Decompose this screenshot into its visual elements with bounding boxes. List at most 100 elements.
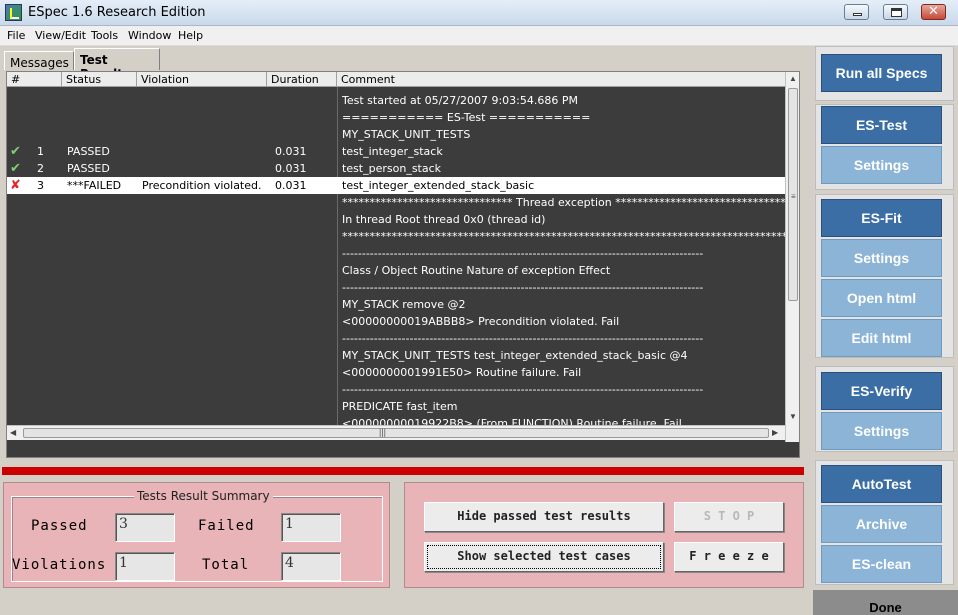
- close-button[interactable]: ✕: [921, 4, 946, 20]
- row-comment: test_person_stack: [342, 162, 442, 175]
- passed-label: Passed: [31, 518, 88, 534]
- minimize-icon: [853, 13, 862, 16]
- log-line-text: ----------------------------------------…: [342, 281, 704, 294]
- es-clean-button[interactable]: ES-clean: [821, 545, 942, 583]
- menu-file[interactable]: File: [7, 29, 25, 42]
- hide-passed-button[interactable]: Hide passed test results: [424, 502, 664, 532]
- row-status: ***FAILED: [67, 179, 122, 192]
- maximize-button[interactable]: [883, 4, 908, 20]
- scroll-down-icon[interactable]: ▼: [789, 412, 797, 421]
- horizontal-scroll-thumb[interactable]: |||: [23, 427, 769, 438]
- summary-group: Tests Result Summary Passed 3 Failed 1 V…: [11, 489, 383, 582]
- status-bar: Done: [813, 590, 958, 615]
- failed-value: 1: [281, 513, 341, 542]
- menu-help[interactable]: Help: [178, 29, 203, 42]
- tab-messages[interactable]: Messages: [4, 51, 74, 70]
- run-all-group: Run all Specs: [815, 46, 954, 101]
- header-duration[interactable]: Duration: [267, 72, 337, 87]
- vertical-scroll-thumb[interactable]: ≡: [788, 88, 798, 301]
- scroll-left-icon[interactable]: ◀: [10, 428, 16, 437]
- row-status: PASSED: [67, 145, 110, 158]
- row-comment: test_integer_extended_stack_basic: [342, 179, 535, 192]
- row-number: 1: [37, 145, 44, 158]
- log-line-text: MY_STACK remove @2: [342, 298, 466, 311]
- total-label: Total: [202, 557, 250, 573]
- log-line: ****************************************…: [7, 228, 799, 245]
- row-duration: 0.031: [275, 162, 307, 175]
- log-line: Class / Object Routine Nature of excepti…: [7, 262, 785, 279]
- es-test-settings-button[interactable]: Settings: [821, 146, 942, 184]
- es-fit-settings-button[interactable]: Settings: [821, 239, 942, 277]
- log-line: PREDICATE fast_item: [7, 398, 785, 415]
- title-bar: ESpec 1.6 Research Edition ✕: [0, 0, 958, 26]
- violations-value: 1: [115, 552, 175, 581]
- autotest-button[interactable]: AutoTest: [821, 465, 942, 503]
- table-row[interactable]: ✔ 1 PASSED 0.031 test_integer_stack: [7, 143, 785, 160]
- show-selected-button[interactable]: Show selected test cases: [424, 542, 664, 572]
- es-test-button[interactable]: ES-Test: [821, 106, 942, 144]
- log-line: In thread Root thread 0x0 (thread id): [7, 211, 785, 228]
- freeze-button[interactable]: F r e e z e: [674, 542, 784, 572]
- header-status[interactable]: Status: [62, 72, 137, 87]
- es-verify-button[interactable]: ES-Verify: [821, 372, 942, 410]
- es-verify-settings-button[interactable]: Settings: [821, 412, 942, 450]
- main-panel: Messages Test Results # Status Violation…: [0, 46, 813, 615]
- row-duration: 0.031: [275, 145, 307, 158]
- menu-tools[interactable]: Tools: [91, 29, 118, 42]
- log-line-text: ******************************* Thread e…: [342, 196, 786, 209]
- header-num[interactable]: #: [7, 72, 62, 87]
- grip-icon: |||: [379, 427, 387, 437]
- edit-html-button[interactable]: Edit html: [821, 319, 942, 357]
- close-icon: ✕: [928, 4, 939, 19]
- menu-view-edit[interactable]: View/Edit: [35, 29, 86, 42]
- header-violation[interactable]: Violation: [137, 72, 267, 87]
- check-icon: ✔: [10, 161, 21, 176]
- es-fit-button[interactable]: ES-Fit: [821, 199, 942, 237]
- menu-window[interactable]: Window: [128, 29, 171, 42]
- menu-bar: File View/Edit Tools Window Help: [0, 26, 958, 46]
- summary-legend: Tests Result Summary: [134, 489, 273, 503]
- es-fit-group: ES-Fit Settings Open html Edit html: [815, 194, 954, 358]
- passed-value: 3: [115, 513, 175, 542]
- log-line-text: ----------------------------------------…: [342, 247, 704, 260]
- minimize-button[interactable]: [844, 4, 869, 20]
- log-line: MY_STACK_UNIT_TESTS: [7, 126, 785, 143]
- table-row[interactable]: ✔ 2 PASSED 0.031 test_person_stack: [7, 160, 785, 177]
- stop-button[interactable]: S T O P: [674, 502, 784, 532]
- results-grid[interactable]: # Status Violation Duration Comment Test…: [6, 71, 800, 458]
- archive-button[interactable]: Archive: [821, 505, 942, 543]
- log-line: ----------------------------------------…: [7, 330, 785, 347]
- header-comment[interactable]: Comment: [337, 72, 785, 87]
- log-line-text: <00000000019ABBB8> Precondition violated…: [342, 315, 620, 328]
- log-line-text: Class / Object Routine Nature of excepti…: [342, 264, 611, 277]
- failed-label: Failed: [198, 518, 255, 534]
- log-line-text: ****************************************…: [342, 230, 800, 243]
- violations-label: Violations: [12, 557, 107, 573]
- log-line-text: MY_STACK_UNIT_TESTS: [342, 128, 471, 141]
- log-line: Test started at 05/27/2007 9:03:54.686 P…: [7, 92, 785, 109]
- table-row[interactable]: ✘ 3 ***FAILED Precondition violated. 0.031 te…: [7, 177, 785, 194]
- row-number: 3: [37, 179, 44, 192]
- log-line-text: <0000000001991E50> Routine failure. Fail: [342, 366, 582, 379]
- scroll-right-icon[interactable]: ▶: [772, 428, 778, 437]
- log-line-text: MY_STACK_UNIT_TESTS test_integer_extende…: [342, 349, 688, 362]
- vertical-scrollbar[interactable]: ▲ ≡ ▼: [785, 72, 799, 442]
- horizontal-scrollbar[interactable]: ◀ ||| ▶: [7, 425, 785, 440]
- controls-panel: Hide passed test results S T O P Show se…: [404, 482, 804, 588]
- run-all-specs-button[interactable]: Run all Specs: [821, 54, 942, 92]
- total-value: 4: [281, 552, 341, 581]
- cross-icon: ✘: [10, 178, 21, 193]
- row-violation: Precondition violated.: [142, 179, 262, 192]
- scroll-up-icon[interactable]: ▲: [789, 74, 797, 83]
- window-title: ESpec 1.6 Research Edition: [28, 5, 206, 20]
- tab-test-results[interactable]: Test Results: [74, 48, 160, 81]
- log-line-text: ----------------------------------------…: [342, 383, 704, 396]
- open-html-button[interactable]: Open html: [821, 279, 942, 317]
- actions-sidebar: Run all Specs ES-Test Settings ES-Fit Se…: [813, 46, 958, 615]
- log-line-text: PREDICATE fast_item: [342, 400, 458, 413]
- log-line: <00000000019ABBB8> Precondition violated…: [7, 313, 785, 330]
- log-line: ******************************* Thread e…: [7, 194, 786, 211]
- es-test-group: ES-Test Settings: [815, 104, 954, 190]
- log-line: ----------------------------------------…: [7, 279, 785, 296]
- row-comment: test_integer_stack: [342, 145, 443, 158]
